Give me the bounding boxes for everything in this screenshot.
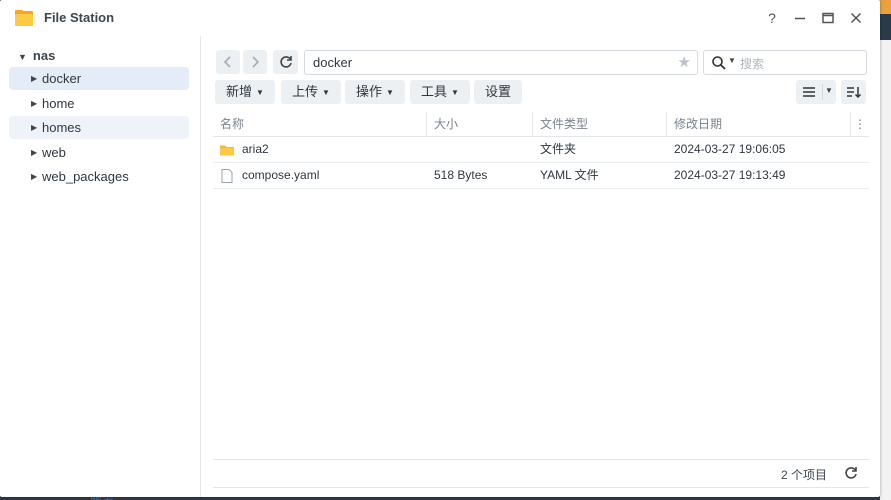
tree-item-label: homes	[42, 120, 82, 135]
window-title: File Station	[44, 10, 115, 25]
table-row[interactable]: aria2 文件夹 2024-03-27 19:06:05	[213, 137, 869, 163]
file-list: 名称 大小 文件类型 修改日期 ⋮ aria2 文件夹 2024-03-27 1…	[213, 112, 869, 189]
table-row[interactable]: compose.yaml 518 Bytes YAML 文件 2024-03-2…	[213, 163, 869, 189]
help-icon[interactable]: ?	[763, 9, 781, 27]
file-size: 518 Bytes	[434, 168, 488, 182]
search-input[interactable]	[738, 54, 862, 73]
search-box[interactable]: ▼	[703, 50, 867, 75]
action-button-label: 操作	[356, 84, 383, 99]
maximize-icon[interactable]	[819, 9, 837, 27]
background-window-edge	[880, 40, 891, 500]
table-header: 名称 大小 文件类型 修改日期 ⋮	[213, 112, 869, 137]
desktop: 服务 File Station ? ▼nas ▶ docker	[0, 0, 891, 500]
settings-button[interactable]: 设置	[474, 80, 523, 104]
title-bar[interactable]: File Station ?	[0, 0, 880, 36]
list-view-icon	[803, 87, 815, 97]
view-mode-button[interactable]: ▼	[796, 80, 836, 104]
caret-down-icon: ▼	[386, 88, 394, 97]
refresh-icon	[279, 56, 292, 68]
caret-right-icon[interactable]: ▶	[31, 67, 37, 90]
sort-button[interactable]	[841, 80, 866, 104]
chevron-right-icon	[252, 56, 260, 68]
file-name: compose.yaml	[242, 168, 320, 182]
item-count: 2 个项目	[780, 468, 827, 482]
tree-item-docker[interactable]: ▶ docker	[9, 67, 189, 90]
tools-button-label: 工具	[421, 84, 448, 99]
back-button[interactable]	[216, 50, 240, 74]
column-type[interactable]: 文件类型	[533, 112, 667, 136]
file-name: aria2	[242, 142, 269, 156]
tree-item-homes[interactable]: ▶ homes	[9, 116, 189, 139]
settings-button-label: 设置	[485, 84, 512, 99]
close-icon[interactable]	[847, 9, 865, 27]
tree-root-label: nas	[32, 48, 56, 63]
tree-item-web[interactable]: ▶ web	[9, 141, 189, 164]
upload-button[interactable]: 上传 ▼	[281, 80, 341, 104]
folder-tree: ▼ nas ▶ docker ▶ home ▶ homes ▶ web ▶ web…	[0, 36, 201, 497]
caret-right-icon[interactable]: ▶	[31, 141, 37, 164]
column-modified[interactable]: 修改日期	[667, 112, 851, 136]
caret-right-icon[interactable]: ▶	[31, 116, 37, 139]
tree-item-label: web	[42, 145, 66, 160]
tree-item-label: home	[42, 96, 75, 111]
tree-item-web-packages[interactable]: ▶ web_packages	[9, 165, 189, 188]
action-button[interactable]: 操作 ▼	[345, 80, 405, 104]
star-icon[interactable]: ★	[678, 53, 691, 71]
file-station-app-icon	[15, 10, 33, 26]
file-type: 文件夹	[540, 142, 577, 156]
upload-button-label: 上传	[292, 84, 319, 99]
tree-item-home[interactable]: ▶ home	[9, 92, 189, 115]
caret-down-icon[interactable]: ▼	[825, 86, 833, 95]
file-station-window: File Station ? ▼ nas ▶ docker ▶ home ▶ ho…	[0, 0, 880, 497]
tree-item-label: docker	[42, 71, 82, 86]
tree-item-label: web_packages	[42, 169, 129, 184]
caret-down-icon[interactable]: ▼	[18, 52, 27, 62]
folder-icon	[220, 145, 234, 156]
more-columns-icon[interactable]: ⋮	[851, 112, 869, 136]
sort-icon	[847, 87, 862, 99]
file-modified: 2024-03-27 19:13:49	[674, 168, 786, 182]
tools-button[interactable]: 工具 ▼	[410, 80, 470, 104]
file-type: YAML 文件	[540, 168, 599, 182]
column-size[interactable]: 大小	[427, 112, 533, 136]
new-button[interactable]: 新增 ▼	[215, 80, 275, 104]
status-bar: 2 个项目	[213, 459, 869, 488]
caret-down-icon[interactable]: ▼	[728, 56, 736, 65]
refresh-icon[interactable]	[843, 465, 859, 481]
caret-down-icon: ▼	[256, 88, 264, 97]
caret-down-icon: ▼	[451, 88, 459, 97]
file-icon	[221, 169, 233, 183]
caret-down-icon: ▼	[322, 88, 330, 97]
refresh-button[interactable]	[273, 50, 298, 74]
minimize-icon[interactable]	[791, 9, 809, 27]
tree-root-nas[interactable]: ▼ nas	[18, 48, 55, 63]
search-icon[interactable]	[711, 55, 727, 71]
current-path: docker	[313, 55, 353, 70]
chevron-left-icon	[223, 56, 231, 68]
new-button-label: 新增	[226, 84, 253, 99]
forward-button[interactable]	[243, 50, 267, 74]
file-modified: 2024-03-27 19:06:05	[674, 142, 786, 156]
path-bar[interactable]: docker ★	[304, 50, 698, 75]
divider	[822, 84, 823, 100]
caret-right-icon[interactable]: ▶	[31, 92, 37, 115]
column-name[interactable]: 名称	[213, 112, 427, 136]
caret-right-icon[interactable]: ▶	[31, 165, 37, 188]
